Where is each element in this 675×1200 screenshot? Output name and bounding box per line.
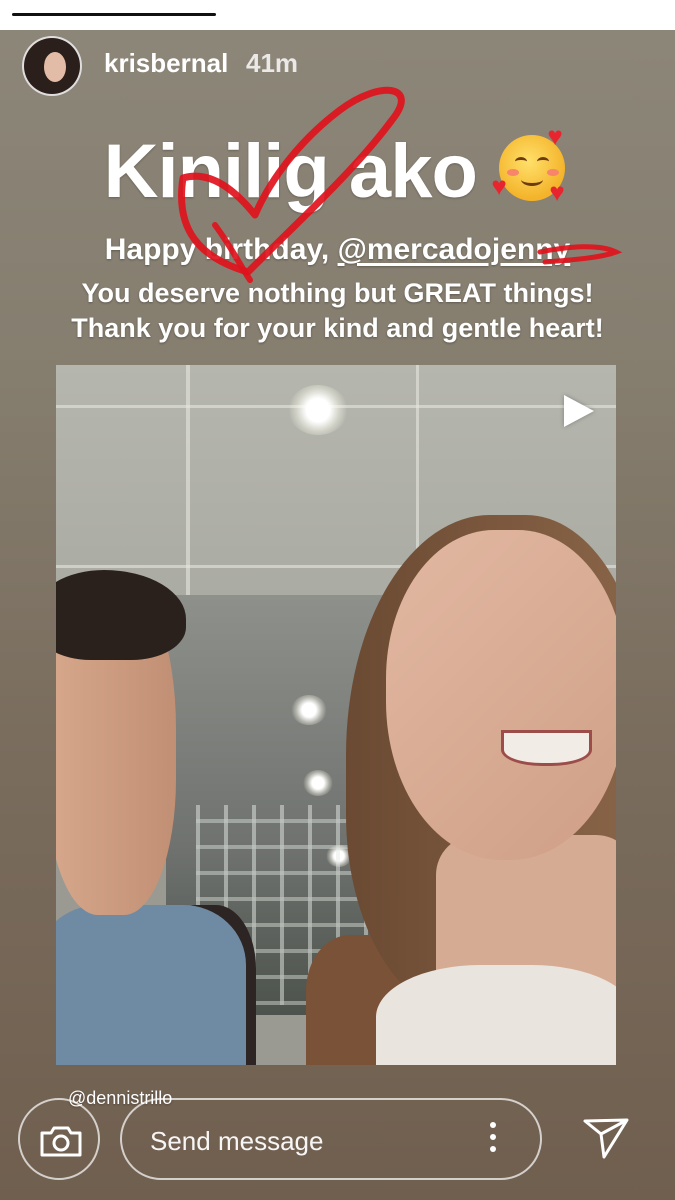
- direct-send-icon[interactable]: [582, 1116, 630, 1160]
- avatar[interactable]: [22, 36, 82, 96]
- caption-birthday-text: Happy birthday,: [104, 233, 338, 266]
- play-icon[interactable]: [564, 395, 594, 427]
- camera-icon: [40, 1126, 82, 1157]
- camera-button[interactable]: [18, 1098, 100, 1180]
- story-topbar: [0, 0, 675, 30]
- message-input[interactable]: [150, 1126, 450, 1157]
- username[interactable]: krisbernal: [104, 48, 228, 79]
- story-content[interactable]: krisbernal 41m Kinilig ako ♥ ♥ ♥ Happy bir…: [0, 30, 675, 1200]
- time-ago: 41m: [246, 48, 299, 78]
- caption-title: Kinilig ako: [103, 129, 478, 214]
- story-progress-bar: [12, 13, 216, 16]
- embedded-video[interactable]: [56, 365, 616, 1065]
- story-viewer: krisbernal 41m Kinilig ako ♥ ♥ ♥ Happy bir…: [0, 0, 675, 1200]
- more-options-icon[interactable]: [488, 1122, 498, 1158]
- caption-title-row: Kinilig ako ♥ ♥ ♥: [0, 121, 675, 215]
- smiling-face-with-hearts-icon: ♥ ♥ ♥: [491, 121, 566, 207]
- caption-line-2: You deserve nothing but GREAT things!: [81, 278, 594, 308]
- caption-line-birthday: Happy birthday, @mercadojenny: [0, 233, 675, 267]
- mention-link[interactable]: @mercadojenny: [338, 233, 571, 266]
- caption-line-3: Thank you for your kind and gentle heart…: [71, 313, 604, 343]
- send-message-field[interactable]: [120, 1098, 542, 1180]
